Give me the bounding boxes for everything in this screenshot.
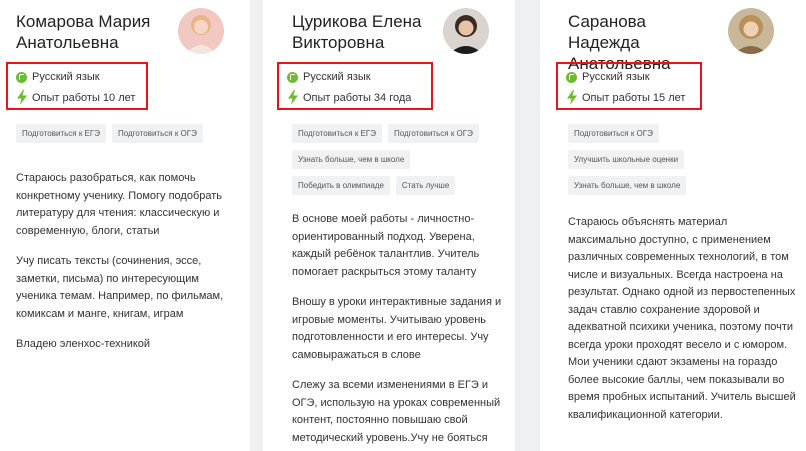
lightning-bolt-icon [288,90,298,105]
goal-tags: Подготовиться к ЕГЭ Подготовиться к ОГЭ … [292,124,505,202]
lightning-bolt-icon [567,90,577,105]
subject-label: Русский язык [32,71,100,83]
experience-row: Опыт работы 15 лет [566,90,685,105]
tutor-card[interactable]: Цурикова Елена Викторовна Русский язык О… [263,0,515,451]
goal-tag[interactable]: Стать лучше [395,176,456,195]
goal-tag[interactable]: Узнать больше, чем в школе [292,150,411,169]
tutor-bio: Стараюсь объяснять материал максимально … [568,214,796,437]
subject-label: Русский язык [582,71,650,83]
goal-tags: Подготовиться к ОГЭ Улучшить школьные оц… [568,124,698,202]
goal-tag[interactable]: Улучшить школьные оценки [568,150,685,169]
lightning-bolt-icon [17,90,27,105]
tutor-card[interactable]: Комарова Мария Анатольевна Русский язык … [0,0,250,451]
bio-paragraph: В основе моей работы - личностно-ориенти… [292,213,480,278]
goal-tag[interactable]: Подготовиться к ЕГЭ [16,124,106,143]
experience-label: Опыт работы 15 лет [582,91,686,104]
tutor-avatar[interactable] [178,8,224,54]
goal-tag[interactable]: Узнать больше, чем в школе [568,176,687,195]
experience-label: Опыт работы 10 лет [32,91,136,104]
goal-tag[interactable]: Подготовиться к ЕГЭ [292,124,382,143]
tutor-card[interactable]: Саранова Надежда Анатольевна Русский язы… [540,0,806,451]
bio-paragraph: Владею эленхос-техникой [16,338,151,350]
subject-icon [287,71,298,83]
highlight-box: Русский язык Опыт работы 10 лет [6,62,148,110]
bio-paragraph: Слежу за всеми изменениями в ЕГЭ и ОГЭ, … [292,379,501,444]
subject-row: Русский язык [566,71,650,83]
highlight-box: Русский язык Опыт работы 15 лет [556,62,702,110]
tutor-name[interactable]: Комарова Мария Анатольевна [16,11,166,53]
subject-label: Русский язык [303,71,371,83]
tutor-name[interactable]: Цурикова Елена Викторовна [292,11,442,53]
tutor-bio: Стараюсь разобраться, как помочь конкрет… [16,170,240,367]
subject-row: Русский язык [287,71,371,83]
experience-label: Опыт работы 34 года [303,91,412,104]
bio-paragraph: Учу писать тексты (сочинения, эссе, заме… [16,255,224,320]
goal-tag[interactable]: Подготовиться к ОГЭ [387,124,479,143]
experience-row: Опыт работы 10 лет [16,90,135,105]
subject-row: Русский язык [16,71,100,83]
bio-paragraph: Вношу в уроки интерактивные задания и иг… [292,296,502,361]
tutor-avatar[interactable] [443,8,489,54]
goal-tags: Подготовиться к ЕГЭ Подготовиться к ОГЭ [16,124,240,150]
subject-icon [16,71,27,83]
highlight-box: Русский язык Опыт работы 34 года [277,62,433,110]
goal-tag[interactable]: Подготовиться к ОГЭ [568,124,659,143]
goal-tag[interactable]: Подготовиться к ОГЭ [111,124,203,143]
bio-paragraph: Стараюсь разобраться, как помочь конкрет… [16,172,223,237]
tutor-bio: В основе моей работы - личностно-ориенти… [292,211,505,451]
subject-icon [566,71,577,83]
bio-paragraph: Стараюсь объяснять материал максимально … [568,216,796,421]
experience-row: Опыт работы 34 года [287,90,411,105]
goal-tag[interactable]: Победить в олимпиаде [292,176,390,195]
tutor-avatar[interactable] [728,8,774,54]
